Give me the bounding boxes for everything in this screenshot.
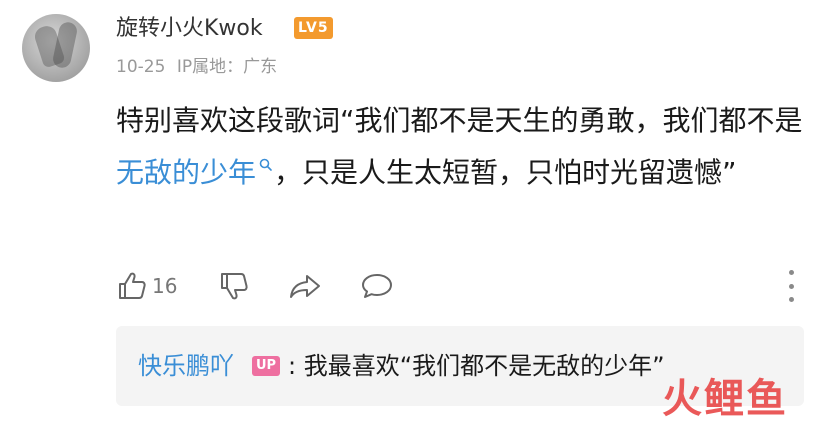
comment-date: 10-25 xyxy=(116,57,166,77)
like-count: 16 xyxy=(152,274,178,298)
dislike-button[interactable] xyxy=(218,268,250,304)
comment-text-before: 特别喜欢这段歌词“我们都不是天生的勇敢，我们都不是 xyxy=(116,104,803,137)
more-dot xyxy=(788,270,794,275)
reply-button[interactable] xyxy=(360,268,394,304)
reply-text: : 我最喜欢“我们都不是无敌的少年” xyxy=(288,352,665,380)
share-icon xyxy=(290,275,320,298)
search-link[interactable]: 无敌的少年 xyxy=(116,156,274,189)
username[interactable]: 旋转小火Kwok xyxy=(116,14,263,44)
thumbs-up-icon xyxy=(119,272,146,299)
more-dot xyxy=(788,283,794,289)
more-vertical-icon[interactable] xyxy=(784,270,798,302)
comment-meta: 10-25 IP属地：广东 xyxy=(116,55,283,79)
watermark: 火鲤鱼 xyxy=(662,376,788,422)
search-link-text[interactable]: 无敌的少年 xyxy=(116,156,256,189)
comment-text-after: ，只是人生太短暂，只怕时光留遗憾” xyxy=(274,156,737,189)
comment-text: 特别喜欢这段歌词“我们都不是天生的勇敢，我们都不是无敌的少年 ，只是人生太短暂，只… xyxy=(116,95,806,199)
ip-location: IP属地：广东 xyxy=(176,57,278,77)
like-button[interactable]: 16 xyxy=(116,268,177,304)
level-badge: LV5 xyxy=(294,17,333,39)
thumbs-down-icon xyxy=(221,273,248,300)
more-dot xyxy=(788,297,794,302)
search-icon xyxy=(259,158,272,171)
share-button[interactable] xyxy=(288,268,322,304)
up-badge: UP xyxy=(252,356,281,376)
reply-author[interactable]: 快乐鹏吖 xyxy=(138,349,234,383)
comment-bubble-icon xyxy=(362,274,392,298)
user-avatar[interactable] xyxy=(22,14,90,82)
